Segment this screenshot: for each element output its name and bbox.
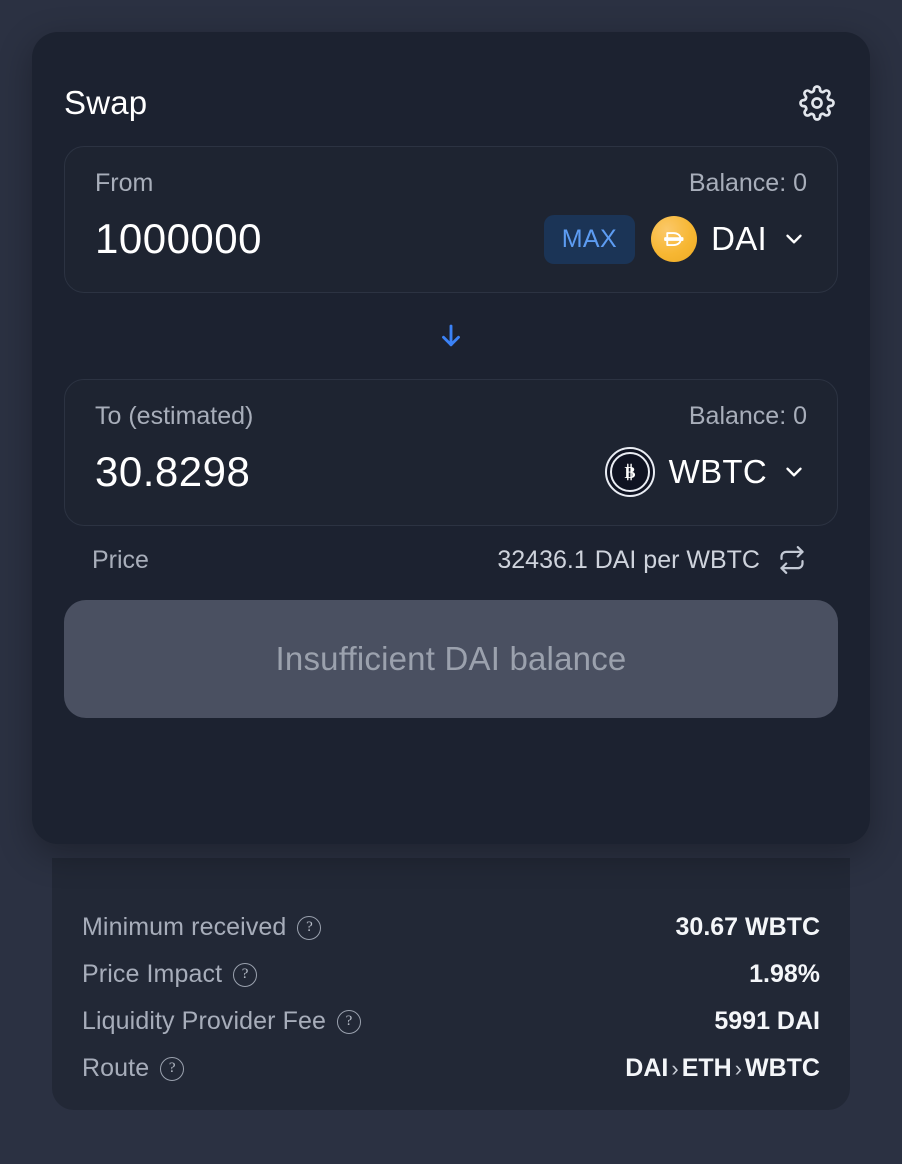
wbtc-coin-icon: B <box>605 447 655 497</box>
from-token-selector[interactable]: DAI <box>651 216 807 262</box>
price-row: Price 32436.1 DAI per WBTC <box>64 526 838 594</box>
route-value: DAI›ETH›WBTC <box>625 1054 820 1083</box>
from-box-body: MAX DAI <box>95 212 807 266</box>
from-box-header: From Balance: 0 <box>95 169 807 198</box>
to-label: To (estimated) <box>95 402 253 431</box>
chevron-down-icon <box>781 459 807 485</box>
arrow-down-icon <box>436 321 466 351</box>
price-right-group: 32436.1 DAI per WBTC <box>497 542 810 578</box>
from-token-symbol: DAI <box>711 220 767 258</box>
to-box-body: B WBTC <box>95 445 807 499</box>
route-separator: › <box>732 1056 745 1081</box>
detail-row-price-impact: Price Impact ? 1.98% <box>82 951 820 998</box>
minimum-received-label: Minimum received <box>82 913 286 942</box>
minimum-received-value: 30.67 WBTC <box>676 913 820 942</box>
from-balance: Balance: 0 <box>689 169 807 198</box>
route-label: Route <box>82 1054 149 1083</box>
chevron-down-icon <box>781 226 807 252</box>
dai-coin-icon <box>651 216 697 262</box>
from-label: From <box>95 169 153 198</box>
max-button[interactable]: MAX <box>544 215 635 264</box>
to-token-symbol: WBTC <box>669 453 767 491</box>
from-controls: MAX DAI <box>544 215 807 264</box>
price-label: Price <box>92 546 149 575</box>
to-balance: Balance: 0 <box>689 402 807 431</box>
from-amount-input[interactable] <box>95 215 475 263</box>
route-hop-0: DAI <box>625 1054 668 1082</box>
swap-card: Swap From Balance: 0 MAX <box>32 32 870 844</box>
from-token-box: From Balance: 0 MAX DAI <box>64 146 838 293</box>
invert-price-button[interactable] <box>774 542 810 578</box>
route-hop-1: ETH <box>682 1054 732 1082</box>
route-separator: › <box>668 1056 681 1081</box>
detail-row-liquidity-provider-fee: Liquidity Provider Fee ? 5991 DAI <box>82 998 820 1045</box>
detail-row-route: Route ? DAI›ETH›WBTC <box>82 1045 820 1092</box>
detail-label-group: Liquidity Provider Fee ? <box>82 1007 361 1036</box>
route-hop-2: WBTC <box>745 1054 820 1082</box>
switch-tokens-button[interactable] <box>429 314 473 358</box>
to-token-box: To (estimated) Balance: 0 B WBTC <box>64 379 838 526</box>
svg-text:B: B <box>624 463 635 482</box>
liquidity-provider-fee-value: 5991 DAI <box>714 1007 820 1036</box>
page-title: Swap <box>64 84 147 122</box>
gear-icon <box>799 85 835 121</box>
question-mark-icon[interactable]: ? <box>233 963 257 987</box>
swap-action-button[interactable]: Insufficient DAI balance <box>64 600 838 718</box>
to-amount-input[interactable] <box>95 448 475 496</box>
swap-details-panel: Minimum received ? 30.67 WBTC Price Impa… <box>52 858 850 1110</box>
liquidity-provider-fee-label: Liquidity Provider Fee <box>82 1007 326 1036</box>
settings-button[interactable] <box>796 82 838 124</box>
detail-row-minimum-received: Minimum received ? 30.67 WBTC <box>82 904 820 951</box>
price-impact-label: Price Impact <box>82 960 222 989</box>
detail-label-group: Minimum received ? <box>82 913 321 942</box>
question-mark-icon[interactable]: ? <box>337 1010 361 1034</box>
dai-glyph-icon <box>659 224 689 254</box>
swap-direction-icon <box>778 546 806 574</box>
switch-direction-row <box>64 293 838 379</box>
detail-label-group: Route ? <box>82 1054 184 1083</box>
to-controls: B WBTC <box>605 447 807 497</box>
swap-card-header: Swap <box>64 32 838 146</box>
price-value: 32436.1 DAI per WBTC <box>497 546 760 575</box>
bitcoin-glyph-icon: B <box>619 461 641 483</box>
detail-label-group: Price Impact ? <box>82 960 257 989</box>
price-impact-value: 1.98% <box>749 960 820 989</box>
to-token-selector[interactable]: B WBTC <box>605 447 807 497</box>
swap-page: Minimum received ? 30.67 WBTC Price Impa… <box>0 0 902 1164</box>
question-mark-icon[interactable]: ? <box>160 1057 184 1081</box>
to-box-header: To (estimated) Balance: 0 <box>95 402 807 431</box>
question-mark-icon[interactable]: ? <box>297 916 321 940</box>
